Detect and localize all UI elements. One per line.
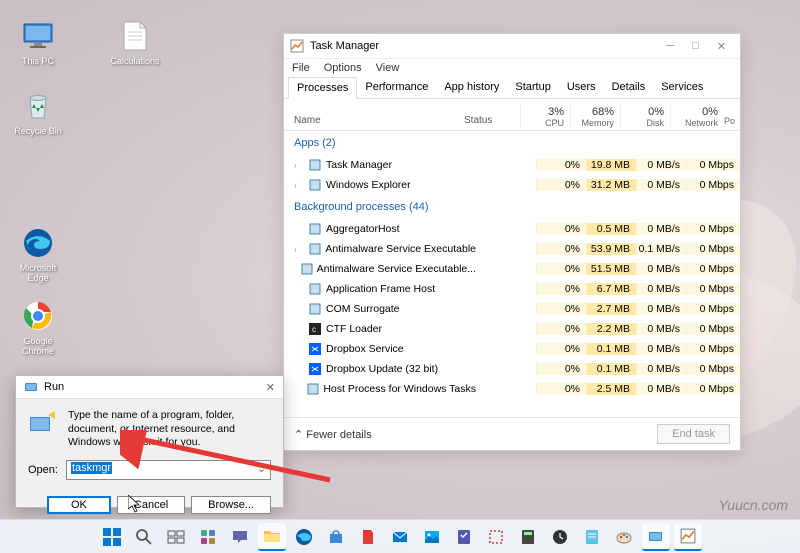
desktop-icon-calculations[interactable]: Calculations <box>105 18 165 66</box>
cursor-icon <box>128 495 144 515</box>
watermark: Yuucn.com <box>718 497 788 513</box>
end-task-button[interactable]: End task <box>657 424 730 444</box>
desktop-icon-this-pc[interactable]: This PC <box>8 18 68 66</box>
mail-button[interactable] <box>386 523 414 551</box>
notepad-button[interactable] <box>578 523 606 551</box>
run-taskbar-button[interactable] <box>642 523 670 551</box>
process-row[interactable]: AggregatorHost0%0.5 MB0 MB/s0 Mbps <box>284 219 740 239</box>
title-bar[interactable]: Task Manager ─ □ ✕ <box>284 34 740 59</box>
desktop-icon-chrome[interactable]: Google Chrome <box>8 298 68 356</box>
menu-view[interactable]: View <box>376 62 400 74</box>
document-icon <box>117 18 153 54</box>
process-row[interactable]: COM Surrogate0%2.7 MB0 MB/s0 Mbps <box>284 299 740 319</box>
start-button[interactable] <box>98 523 126 551</box>
svg-text:c: c <box>312 325 316 334</box>
col-name[interactable]: Name <box>284 111 460 130</box>
open-label: Open: <box>28 464 58 476</box>
task-view-button[interactable] <box>162 523 190 551</box>
desktop-icon-edge[interactable]: Microsoft Edge <box>8 225 68 283</box>
menu-options[interactable]: Options <box>324 62 362 74</box>
taskbar[interactable] <box>0 519 800 553</box>
col-memory[interactable]: 68%Memory <box>570 104 620 130</box>
window-title: Task Manager <box>310 40 666 52</box>
monitor-icon <box>20 18 56 54</box>
search-button[interactable] <box>130 523 158 551</box>
edge-icon <box>20 225 56 261</box>
desktop-icon-recycle-bin[interactable]: Recycle Bin <box>8 88 68 136</box>
run-dialog: Run ✕ Type the name of a program, folder… <box>15 375 284 508</box>
process-row[interactable]: Antimalware Service Executable...0%51.5 … <box>284 259 740 279</box>
ok-button[interactable]: OK <box>47 496 111 514</box>
process-row[interactable]: Host Process for Windows Tasks0%2.5 MB0 … <box>284 379 740 399</box>
chrome-icon <box>20 298 56 334</box>
process-list[interactable]: Apps (2) ›Task Manager0%19.8 MB0 MB/s0 M… <box>284 131 740 417</box>
store-button[interactable] <box>322 523 350 551</box>
task-manager-icon <box>290 39 304 53</box>
column-headers[interactable]: Name Status 3%CPU 68%Memory 0%Disk 0%Net… <box>284 99 740 131</box>
todo-button[interactable] <box>450 523 478 551</box>
desktop-icon-label: Microsoft Edge <box>20 263 57 283</box>
chat-button[interactable] <box>226 523 254 551</box>
tab-services[interactable]: Services <box>653 77 711 98</box>
section-apps[interactable]: Apps (2) <box>284 131 740 155</box>
run-close-button[interactable]: ✕ <box>266 381 275 394</box>
open-input[interactable]: taskmgr⌄ <box>66 460 271 480</box>
task-manager-taskbar-button[interactable] <box>674 523 702 551</box>
recycle-bin-icon <box>20 88 56 124</box>
run-icon <box>24 380 38 394</box>
menu-bar: File Options View <box>284 59 740 77</box>
clock-button[interactable] <box>546 523 574 551</box>
run-description: Type the name of a program, folder, docu… <box>68 409 271 450</box>
footer: ⌃ Fewer details End task <box>284 417 740 450</box>
tab-details[interactable]: Details <box>604 77 654 98</box>
edge-taskbar-button[interactable] <box>290 523 318 551</box>
tab-processes[interactable]: Processes <box>288 77 357 99</box>
process-row[interactable]: Dropbox Update (32 bit)0%0.1 MB0 MB/s0 M… <box>284 359 740 379</box>
tab-users[interactable]: Users <box>559 77 604 98</box>
section-bg[interactable]: Background processes (44) <box>284 195 740 219</box>
tab-app-history[interactable]: App history <box>436 77 507 98</box>
tab-startup[interactable]: Startup <box>507 77 558 98</box>
run-title-bar[interactable]: Run ✕ <box>16 376 283 399</box>
desktop-icon-label: This PC <box>22 56 54 66</box>
tab-performance[interactable]: Performance <box>357 77 436 98</box>
widgets-button[interactable] <box>194 523 222 551</box>
minimize-button[interactable]: ─ <box>666 40 674 53</box>
col-status[interactable]: Status <box>460 111 520 130</box>
photos-button[interactable] <box>418 523 446 551</box>
run-app-icon <box>28 409 58 450</box>
file-explorer-button[interactable] <box>258 523 286 551</box>
col-disk[interactable]: 0%Disk <box>620 104 670 130</box>
menu-file[interactable]: File <box>292 62 310 74</box>
desktop-icon-label: Recycle Bin <box>14 126 62 136</box>
fewer-details-button[interactable]: ⌃ Fewer details <box>294 428 372 441</box>
process-row[interactable]: Application Frame Host0%6.7 MB0 MB/s0 Mb… <box>284 279 740 299</box>
process-row[interactable]: ›Antimalware Service Executable0%53.9 MB… <box>284 239 740 259</box>
col-power[interactable]: Po <box>724 112 740 130</box>
process-row[interactable]: cCTF Loader0%2.2 MB0 MB/s0 Mbps <box>284 319 740 339</box>
task-manager-window: Task Manager ─ □ ✕ File Options View Pro… <box>283 33 741 451</box>
col-cpu[interactable]: 3%CPU <box>520 104 570 130</box>
desktop-icon-label: Calculations <box>110 56 159 66</box>
calculator-button[interactable] <box>514 523 542 551</box>
maximize-button[interactable]: □ <box>692 40 699 53</box>
process-row[interactable]: ›Windows Explorer0%31.2 MB0 MB/s0 Mbps <box>284 175 740 195</box>
col-network[interactable]: 0%Network <box>670 104 724 130</box>
paint-button[interactable] <box>610 523 638 551</box>
process-row[interactable]: ›Task Manager0%19.8 MB0 MB/s0 Mbps <box>284 155 740 175</box>
close-button[interactable]: ✕ <box>717 40 726 53</box>
tab-bar: Processes Performance App history Startu… <box>284 77 740 99</box>
desktop-icon-label: Google Chrome <box>22 336 54 356</box>
browse-button[interactable]: Browse... <box>191 496 271 514</box>
snip-button[interactable] <box>482 523 510 551</box>
office-button[interactable] <box>354 523 382 551</box>
process-row[interactable]: Dropbox Service0%0.1 MB0 MB/s0 Mbps <box>284 339 740 359</box>
run-title-text: Run <box>44 381 64 393</box>
